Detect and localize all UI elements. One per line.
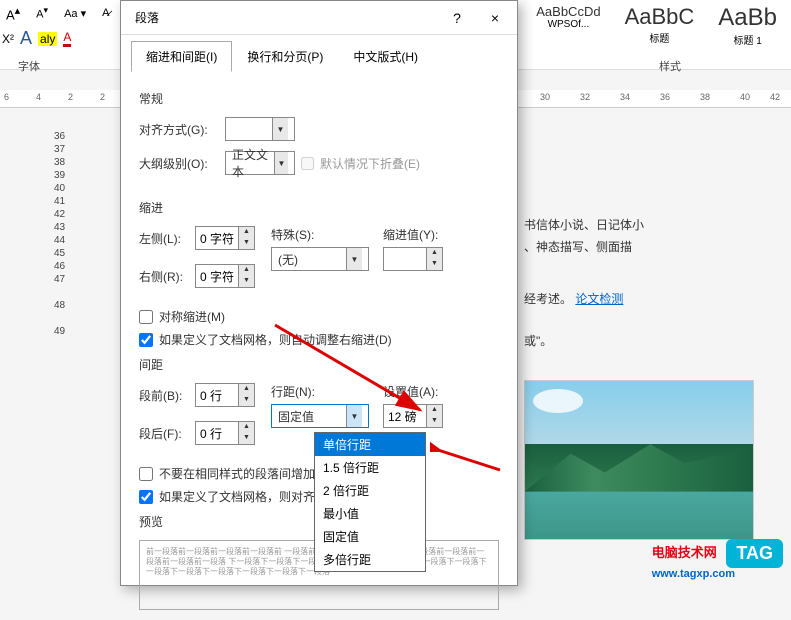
ruler-tick: 34: [620, 92, 630, 102]
font-group-label: 字体: [18, 58, 40, 74]
dropdown-option-fixed[interactable]: 固定值: [315, 525, 425, 548]
after-label: 段后(F):: [139, 425, 189, 442]
indent-by-spinner[interactable]: ▲▼: [383, 247, 445, 271]
section-general: 常规: [139, 90, 499, 107]
close-button[interactable]: ×: [481, 10, 509, 26]
set-value-spinner[interactable]: ▲▼: [383, 404, 445, 428]
spin-down-icon[interactable]: ▼: [239, 238, 254, 249]
watermark-tag: TAG: [726, 539, 783, 568]
document-image: [524, 380, 754, 540]
alignment-combo[interactable]: ▼: [225, 117, 295, 141]
tab-asian-layout[interactable]: 中文版式(H): [338, 41, 433, 72]
style-item-2[interactable]: AaBbCcDdWPSOf...: [530, 2, 606, 49]
increase-font-icon[interactable]: A▾: [32, 3, 52, 23]
chevron-down-icon[interactable]: ▼: [272, 118, 288, 140]
ruler-tick: 38: [700, 92, 710, 102]
spin-up-icon[interactable]: ▲: [239, 227, 254, 238]
special-combo[interactable]: (无)▼: [271, 247, 369, 271]
dropdown-option-min[interactable]: 最小值: [315, 502, 425, 525]
chevron-down-icon[interactable]: ▼: [346, 248, 362, 270]
spin-up-icon[interactable]: ▲: [239, 422, 254, 433]
decrease-font-icon[interactable]: A▴: [2, 2, 24, 24]
spin-down-icon[interactable]: ▼: [239, 395, 254, 406]
font-color-button[interactable]: A: [63, 30, 71, 47]
ruler-tick: 42: [770, 92, 780, 102]
chevron-down-icon[interactable]: ▼: [346, 405, 362, 427]
styles-group-label: 样式: [659, 58, 681, 74]
right-indent-label: 右侧(R):: [139, 268, 189, 285]
style-item-4[interactable]: AaBb标题 1: [712, 2, 783, 49]
document-text-visible: 书信体小说、日记体小 、神态描写、侧面描 经考述。 论文检测 或"。: [524, 214, 644, 352]
tab-indent-spacing[interactable]: 缩进和间距(I): [131, 41, 232, 72]
dropdown-option-1-5[interactable]: 1.5 倍行距: [315, 456, 425, 479]
mirror-indent-label: 对称缩进(M): [159, 308, 225, 325]
collapse-checkbox: [301, 157, 314, 170]
text-effects-button[interactable]: A: [20, 28, 32, 49]
section-indent: 缩进: [139, 199, 499, 216]
outline-combo[interactable]: 正文文本▼: [225, 151, 295, 175]
dropdown-option-double[interactable]: 2 倍行距: [315, 479, 425, 502]
line-spacing-dropdown: 单倍行距 1.5 倍行距 2 倍行距 最小值 固定值 多倍行距: [314, 432, 426, 572]
mirror-indent-checkbox[interactable]: [139, 310, 153, 324]
spin-down-icon[interactable]: ▼: [427, 416, 442, 427]
highlight-button[interactable]: aly: [38, 32, 57, 46]
watermark: 电脑技术网 TAG www.tagxp.com: [652, 539, 783, 580]
indent-by-label: 缩进值(Y):: [383, 226, 445, 243]
clear-format-icon[interactable]: A̷: [98, 5, 113, 21]
dialog-title: 段落: [135, 9, 159, 26]
ruler-tick: 30: [540, 92, 550, 102]
spin-up-icon[interactable]: ▲: [427, 248, 442, 259]
spin-down-icon[interactable]: ▼: [239, 276, 254, 287]
ruler-tick: 2: [100, 92, 105, 102]
auto-adjust-label: 如果定义了文档网格，则自动调整右缩进(D): [159, 331, 392, 348]
spin-down-icon[interactable]: ▼: [239, 433, 254, 444]
set-value-label: 设置值(A):: [383, 383, 445, 400]
watermark-text: 电脑技术网: [652, 545, 717, 560]
dropdown-option-single[interactable]: 单倍行距: [315, 433, 425, 456]
tab-line-page-break[interactable]: 换行和分页(P): [232, 41, 338, 72]
outline-label: 大纲级别(O):: [139, 155, 219, 172]
ruler-tick: 40: [740, 92, 750, 102]
spin-up-icon[interactable]: ▲: [239, 265, 254, 276]
superscript-button[interactable]: X²: [2, 32, 14, 46]
dialog-titlebar[interactable]: 段落 ? ×: [121, 1, 517, 35]
no-add-space-label: 不要在相同样式的段落间增加间: [159, 465, 327, 482]
alignment-label: 对齐方式(G):: [139, 121, 219, 138]
no-add-space-checkbox[interactable]: [139, 467, 153, 481]
left-indent-label: 左侧(L):: [139, 230, 189, 247]
after-spinner[interactable]: ▲▼: [195, 421, 257, 445]
spin-up-icon[interactable]: ▲: [239, 384, 254, 395]
spin-down-icon[interactable]: ▼: [427, 259, 442, 270]
collapse-label: 默认情况下折叠(E): [320, 155, 420, 172]
special-label: 特殊(S):: [271, 226, 369, 243]
snap-grid-label: 如果定义了文档网格，则对齐到: [159, 488, 327, 505]
ruler-tick: 32: [580, 92, 590, 102]
section-spacing: 间距: [139, 356, 499, 373]
ruler-tick: 4: [36, 92, 41, 102]
style-item-3[interactable]: AaBbC标题: [619, 2, 701, 49]
ruler-tick: 2: [68, 92, 73, 102]
help-button[interactable]: ?: [443, 10, 471, 26]
spin-up-icon[interactable]: ▲: [427, 405, 442, 416]
line-number-gutter: 363738 394041 424344 454647 48 49: [54, 130, 65, 338]
change-case-button[interactable]: Aa ▾: [60, 5, 90, 22]
ribbon-font-row1: A▴ A▾ Aa ▾ A̷: [2, 2, 113, 24]
left-indent-spinner[interactable]: ▲▼: [195, 226, 257, 250]
dropdown-option-multi[interactable]: 多倍行距: [315, 548, 425, 571]
right-indent-spinner[interactable]: ▲▼: [195, 264, 257, 288]
auto-adjust-checkbox[interactable]: [139, 333, 153, 347]
ribbon-font-row2: X² A aly A: [2, 28, 71, 49]
ruler-tick: 6: [4, 92, 9, 102]
ruler-tick: 36: [660, 92, 670, 102]
before-spinner[interactable]: ▲▼: [195, 383, 257, 407]
line-spacing-label: 行距(N):: [271, 383, 369, 400]
line-spacing-combo[interactable]: 固定值▼: [271, 404, 369, 428]
before-label: 段前(B):: [139, 387, 189, 404]
watermark-url: www.tagxp.com: [652, 568, 783, 580]
snap-grid-checkbox[interactable]: [139, 490, 153, 504]
chevron-down-icon[interactable]: ▼: [274, 152, 288, 174]
dialog-tabs: 缩进和间距(I) 换行和分页(P) 中文版式(H): [121, 35, 517, 72]
link[interactable]: 论文检测: [575, 292, 623, 306]
